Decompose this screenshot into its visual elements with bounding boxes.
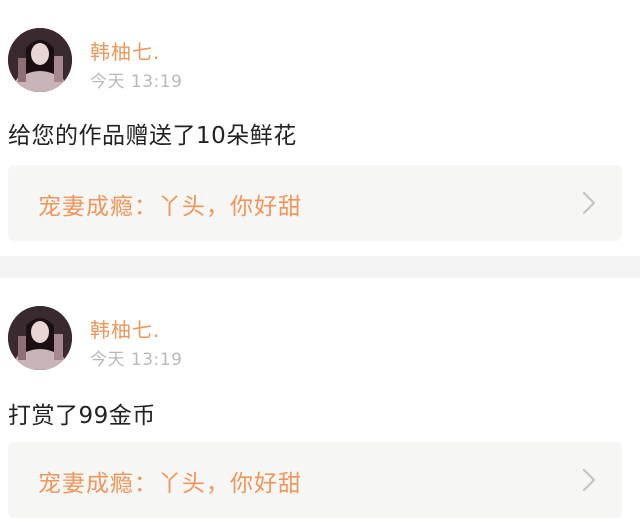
user-avatar[interactable] bbox=[8, 306, 72, 370]
notification-feed: 韩柚七. 今天 13:19 给您的作品赠送了10朵鲜花 宠妻成瘾：丫头，你好甜 … bbox=[0, 0, 640, 530]
section-divider bbox=[0, 256, 640, 278]
username[interactable]: 韩柚七. bbox=[90, 314, 160, 343]
notification-message: 给您的作品赠送了10朵鲜花 bbox=[8, 123, 297, 149]
work-title: 宠妻成瘾：丫头，你好甜 bbox=[38, 471, 302, 497]
timestamp: 今天 13:19 bbox=[90, 72, 183, 92]
work-title: 宠妻成瘾：丫头，你好甜 bbox=[38, 194, 302, 220]
chevron-right-icon bbox=[582, 468, 596, 492]
notification-card: 韩柚七. 今天 13:19 打赏了99金币 宠妻成瘾：丫头，你好甜 bbox=[0, 278, 640, 530]
user-avatar[interactable] bbox=[8, 28, 72, 92]
work-link[interactable]: 宠妻成瘾：丫头，你好甜 bbox=[8, 442, 622, 518]
chevron-right-icon bbox=[582, 191, 596, 215]
notification-card: 韩柚七. 今天 13:19 给您的作品赠送了10朵鲜花 宠妻成瘾：丫头，你好甜 bbox=[0, 0, 640, 256]
username[interactable]: 韩柚七. bbox=[90, 36, 160, 65]
notification-message: 打赏了99金币 bbox=[8, 403, 156, 429]
work-link[interactable]: 宠妻成瘾：丫头，你好甜 bbox=[8, 165, 622, 241]
timestamp: 今天 13:19 bbox=[90, 350, 183, 370]
